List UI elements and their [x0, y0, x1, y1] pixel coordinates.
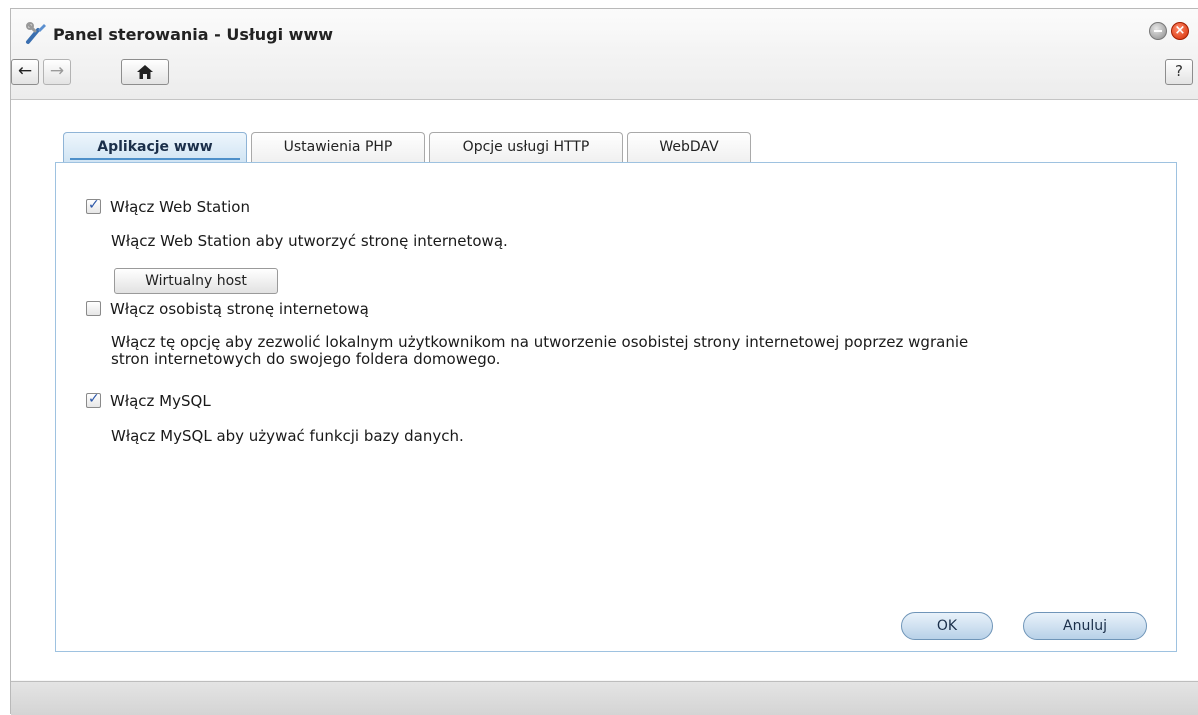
- arrow-right-icon: →: [49, 61, 65, 81]
- personal-site-label: Włącz osobistą stronę internetową: [110, 300, 369, 318]
- web-station-description: Włącz Web Station aby utworzyć stronę in…: [111, 232, 508, 250]
- personal-site-description: Włącz tę opcję aby zezwolić lokalnym uży…: [111, 334, 1151, 368]
- mysql-description: Włącz MySQL aby używać funkcji bazy dany…: [111, 427, 464, 445]
- minimize-button[interactable]: [1149, 22, 1167, 40]
- tab-web-applications[interactable]: Aplikacje www: [63, 132, 247, 164]
- personal-site-description-line2: stron internetowych do swojego foldera d…: [111, 350, 501, 368]
- personal-site-description-line1: Włącz tę opcję aby zezwolić lokalnym uży…: [111, 333, 969, 351]
- web-station-label: Włącz Web Station: [110, 198, 250, 216]
- mysql-checkbox[interactable]: [86, 391, 101, 408]
- arrow-left-icon: ←: [17, 61, 33, 81]
- window-title: Panel sterowania - Usługi www: [53, 25, 334, 44]
- tab-http-options[interactable]: Opcje usługi HTTP: [429, 132, 623, 162]
- content-area: Aplikacje www Ustawienia PHP Opcje usług…: [11, 100, 1198, 680]
- personal-site-checkbox[interactable]: [86, 301, 101, 316]
- tab-webdav[interactable]: WebDAV: [627, 132, 751, 162]
- cancel-button[interactable]: Anuluj: [1023, 612, 1147, 640]
- close-button[interactable]: ×: [1171, 22, 1189, 40]
- tab-php-settings[interactable]: Ustawienia PHP: [251, 132, 425, 162]
- home-button[interactable]: [121, 59, 169, 85]
- status-bar: [11, 681, 1198, 715]
- help-button[interactable]: ?: [1165, 59, 1193, 85]
- web-applications-panel: Włącz Web Station Włącz Web Station aby …: [55, 162, 1177, 652]
- mysql-label: Włącz MySQL: [110, 392, 211, 410]
- ok-button[interactable]: OK: [901, 612, 993, 640]
- forward-button[interactable]: →: [43, 59, 71, 85]
- tools-icon: [26, 22, 46, 44]
- back-button[interactable]: ←: [11, 59, 39, 85]
- control-panel-window: Panel sterowania - Usługi www × ← → ? Ap…: [10, 8, 1198, 715]
- title-bar: Panel sterowania - Usługi www × ← → ?: [11, 9, 1198, 100]
- home-icon: [137, 65, 153, 79]
- web-station-checkbox[interactable]: [86, 197, 101, 214]
- virtual-host-button[interactable]: Wirtualny host: [114, 268, 278, 294]
